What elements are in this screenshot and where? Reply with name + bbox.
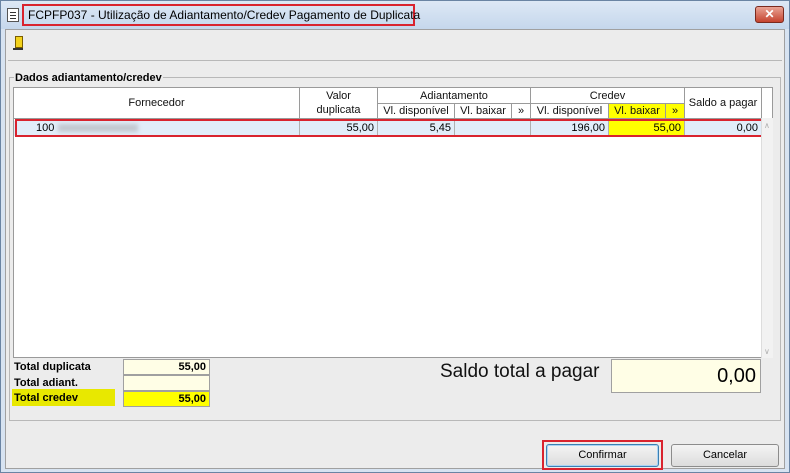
confirm-button[interactable]: Confirmar [546, 444, 659, 467]
header-saldo-a-pagar[interactable]: Saldo a pagar [685, 88, 762, 119]
header-fornecedor[interactable]: Fornecedor [14, 88, 300, 119]
cancel-button[interactable]: Cancelar [671, 444, 779, 467]
group-label: Dados adiantamento/credev [14, 72, 163, 84]
adiant-expand-icon[interactable]: » [512, 104, 531, 119]
title-bar: FCPFP037 - Utilização de Adiantamento/Cr… [1, 1, 789, 29]
header-valor-line2: duplicata [316, 104, 361, 116]
scroll-up-icon[interactable]: ∧ [764, 121, 770, 130]
header-credev-vl-disponivel[interactable]: Vl. disponível [531, 104, 609, 119]
title-annotation-box: FCPFP037 - Utilização de Adiantamento/Cr… [22, 4, 420, 26]
total-duplicata-label: Total duplicata [14, 361, 91, 373]
close-button[interactable]: ✕ [755, 6, 784, 23]
credev-expand-icon[interactable]: » [666, 104, 685, 119]
row-annotation-box [15, 119, 767, 137]
header-valor-duplicata[interactable]: Valor duplicata [300, 88, 378, 119]
header-credev-vl-baixar[interactable]: Vl. baixar [609, 104, 666, 119]
header-credev: Credev [531, 88, 685, 104]
vertical-scrollbar[interactable]: ∧ ∨ [761, 118, 773, 358]
window-title: FCPFP037 - Utilização de Adiantamento/Cr… [28, 8, 421, 22]
dialog-window: FCPFP037 - Utilização de Adiantamento/Cr… [0, 0, 790, 473]
toolbar-separator [8, 60, 782, 61]
total-adiant-field [123, 375, 210, 391]
total-credev-label: Total credev [14, 392, 78, 404]
door-exit-icon[interactable] [12, 35, 26, 51]
document-icon [7, 8, 19, 22]
total-adiant-label: Total adiant. [14, 377, 78, 389]
header-adiantamento: Adiantamento [378, 88, 531, 104]
header-adiant-vl-baixar[interactable]: Vl. baixar [455, 104, 512, 119]
header-adiant-vl-disponivel[interactable]: Vl. disponível [378, 104, 455, 119]
client-area: Dados adiantamento/credev Fornecedor Val… [5, 29, 785, 470]
scroll-down-icon[interactable]: ∨ [764, 347, 770, 356]
header-valor-line1: Valor [326, 90, 351, 102]
saldo-total-field: 0,00 [611, 359, 761, 393]
data-grid[interactable]: Fornecedor Valor duplicata Adiantamento … [13, 87, 773, 358]
total-credev-field: 55,00 [123, 391, 210, 407]
saldo-total-label: Saldo total a pagar [440, 361, 600, 382]
total-duplicata-field: 55,00 [123, 359, 210, 375]
